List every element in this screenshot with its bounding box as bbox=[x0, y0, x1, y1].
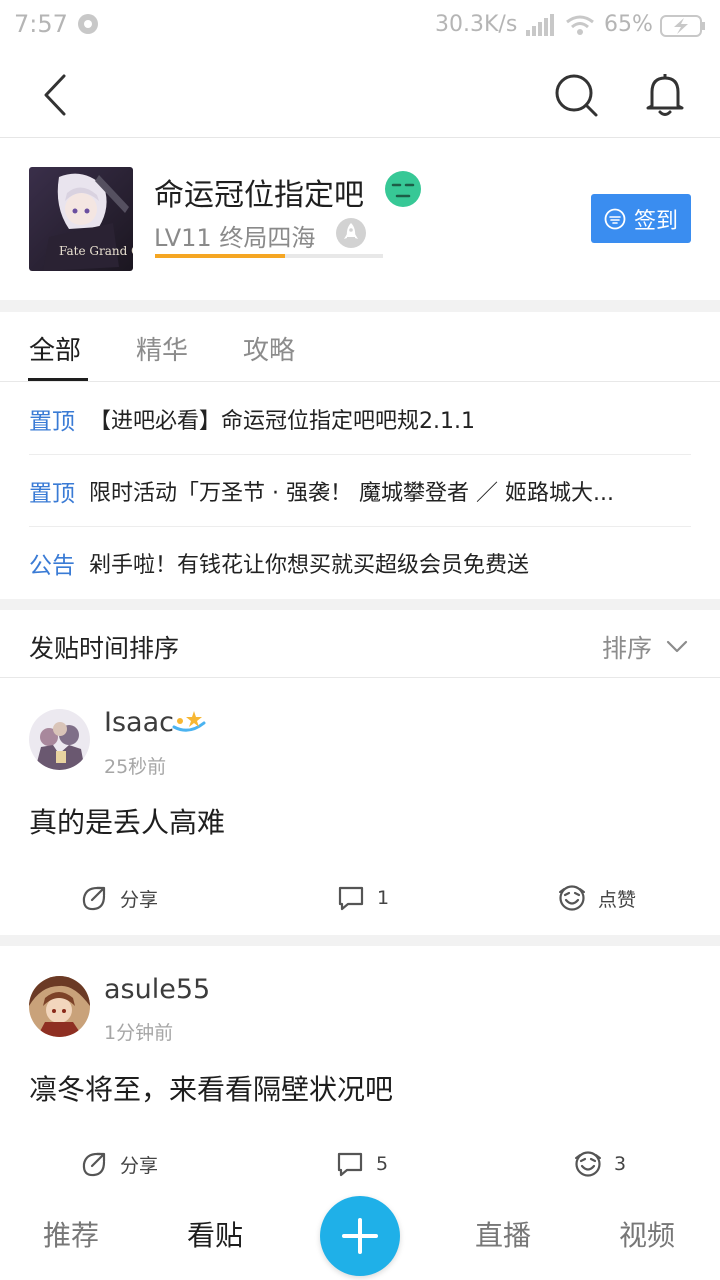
post-actions: 分享 5 3 bbox=[0, 1150, 720, 1190]
forum-header: Fate Grand Order 命运冠位指定吧 LV11 终局四海 签到 bbox=[0, 138, 720, 300]
pin-title: 限时活动「万圣节 · 强袭！ 魔城攀登者 ／ 姬路城大... bbox=[89, 480, 614, 506]
battery-percent: 65% bbox=[604, 12, 653, 37]
sign-in-icon bbox=[604, 208, 626, 229]
announcement-item[interactable]: 公告 剁手啦！有钱花让你想买就买超级会员免费送 bbox=[29, 527, 691, 599]
share-label: 分享 bbox=[120, 888, 159, 911]
nav-recommend[interactable]: 推荐 bbox=[43, 1214, 99, 1254]
chevron-down-icon bbox=[666, 640, 688, 653]
top-nav-bar bbox=[0, 52, 720, 138]
nav-video[interactable]: 视频 bbox=[619, 1214, 675, 1254]
search-icon[interactable] bbox=[553, 72, 599, 118]
announcement-tag: 公告 bbox=[29, 553, 75, 579]
section-divider bbox=[0, 599, 720, 610]
like-count: 3 bbox=[614, 1153, 627, 1175]
vip-star-badge-icon bbox=[172, 711, 206, 732]
comment-button[interactable]: 1 bbox=[337, 884, 389, 912]
bell-icon[interactable] bbox=[642, 70, 688, 118]
level-progress-bar bbox=[155, 254, 383, 258]
comment-count: 1 bbox=[377, 887, 390, 909]
tab-featured[interactable]: 精华 bbox=[136, 330, 188, 367]
active-tab-indicator bbox=[28, 378, 88, 381]
share-button[interactable]: 分享 bbox=[80, 1150, 158, 1178]
forum-name: 命运冠位指定吧 bbox=[154, 178, 364, 213]
like-button[interactable]: 3 bbox=[574, 1150, 626, 1178]
comment-icon bbox=[338, 886, 364, 911]
like-face-icon bbox=[559, 885, 585, 911]
like-face-icon bbox=[575, 1151, 601, 1177]
section-divider bbox=[0, 935, 720, 946]
sleepy-face-icon bbox=[385, 171, 421, 207]
rocket-icon[interactable] bbox=[336, 218, 366, 248]
section-divider bbox=[0, 300, 720, 312]
post-content[interactable]: 真的是丢人高难 bbox=[29, 801, 225, 841]
new-post-plus-button[interactable] bbox=[320, 1196, 400, 1276]
status-time: 7:57 bbox=[14, 10, 68, 38]
wifi-icon bbox=[566, 15, 594, 35]
announcement-title: 剁手啦！有钱花让你想买就买超级会员免费送 bbox=[89, 553, 530, 578]
post-time: 25秒前 bbox=[104, 756, 167, 778]
nav-live[interactable]: 直播 bbox=[475, 1214, 531, 1254]
forum-avatar[interactable]: Fate Grand Order bbox=[29, 167, 133, 271]
post-content[interactable]: 凛冬将至，来看看隔壁状况吧 bbox=[29, 1068, 393, 1108]
comment-count: 5 bbox=[376, 1153, 389, 1175]
avatar[interactable] bbox=[29, 976, 90, 1037]
sync-icon bbox=[78, 14, 98, 34]
share-label: 分享 bbox=[120, 1154, 159, 1177]
post-card[interactable]: Isaac 25秒前 真的是丢人高难 分享 1 点赞 bbox=[0, 679, 720, 935]
post-actions: 分享 1 点赞 bbox=[0, 884, 720, 924]
tab-all[interactable]: 全部 bbox=[29, 330, 81, 367]
tab-guides[interactable]: 攻略 bbox=[243, 330, 295, 367]
forum-tabs: 全部 精华 攻略 bbox=[0, 312, 720, 382]
pinned-item[interactable]: 置顶 【进吧必看】命运冠位指定吧吧规2.1.1 bbox=[29, 383, 691, 455]
share-button[interactable]: 分享 bbox=[80, 884, 158, 912]
status-bar: 7:57 30.3K/s 65% bbox=[0, 0, 720, 52]
sign-in-button[interactable]: 签到 bbox=[591, 194, 691, 243]
share-icon bbox=[82, 886, 106, 911]
pin-tag: 置顶 bbox=[29, 408, 75, 435]
battery-charging-icon bbox=[660, 15, 705, 37]
pin-title: 【进吧必看】命运冠位指定吧吧规2.1.1 bbox=[89, 408, 475, 434]
sort-title: 发贴时间排序 bbox=[29, 634, 180, 663]
pinned-item[interactable]: 置顶 限时活动「万圣节 · 强袭！ 魔城攀登者 ／ 姬路城大... bbox=[29, 455, 691, 527]
avatar-logo-text: Fate Grand Order bbox=[59, 244, 133, 258]
sort-label: 排序 bbox=[602, 634, 653, 663]
comment-button[interactable]: 5 bbox=[336, 1150, 388, 1178]
network-speed: 30.3K/s bbox=[435, 12, 518, 37]
avatar[interactable] bbox=[29, 709, 90, 770]
share-icon bbox=[82, 1152, 106, 1177]
sort-bar: 发贴时间排序 排序 bbox=[0, 610, 720, 678]
post-author[interactable]: Isaac bbox=[104, 707, 174, 738]
level-progress-fill bbox=[155, 254, 285, 258]
nav-posts[interactable]: 看贴 bbox=[187, 1214, 243, 1254]
pinned-list: 置顶 【进吧必看】命运冠位指定吧吧规2.1.1 置顶 限时活动「万圣节 · 强袭… bbox=[0, 383, 720, 599]
like-button[interactable]: 点赞 bbox=[558, 884, 636, 912]
sort-button[interactable]: 排序 bbox=[602, 629, 688, 665]
sign-in-label: 签到 bbox=[633, 208, 678, 234]
post-card[interactable]: asule55 1分钟前 凛冬将至，来看看隔壁状况吧 分享 5 3 bbox=[0, 946, 720, 1192]
bottom-nav: 推荐 看贴 直播 视频 bbox=[0, 1192, 720, 1280]
post-author[interactable]: asule55 bbox=[104, 974, 210, 1005]
forum-level: LV11 终局四海 bbox=[154, 224, 316, 252]
comment-icon bbox=[337, 1152, 363, 1177]
post-time: 1分钟前 bbox=[104, 1022, 174, 1044]
pin-tag: 置顶 bbox=[29, 480, 75, 507]
like-label: 点赞 bbox=[598, 888, 637, 911]
signal-icon bbox=[526, 14, 554, 36]
back-arrow-icon[interactable] bbox=[38, 72, 74, 118]
